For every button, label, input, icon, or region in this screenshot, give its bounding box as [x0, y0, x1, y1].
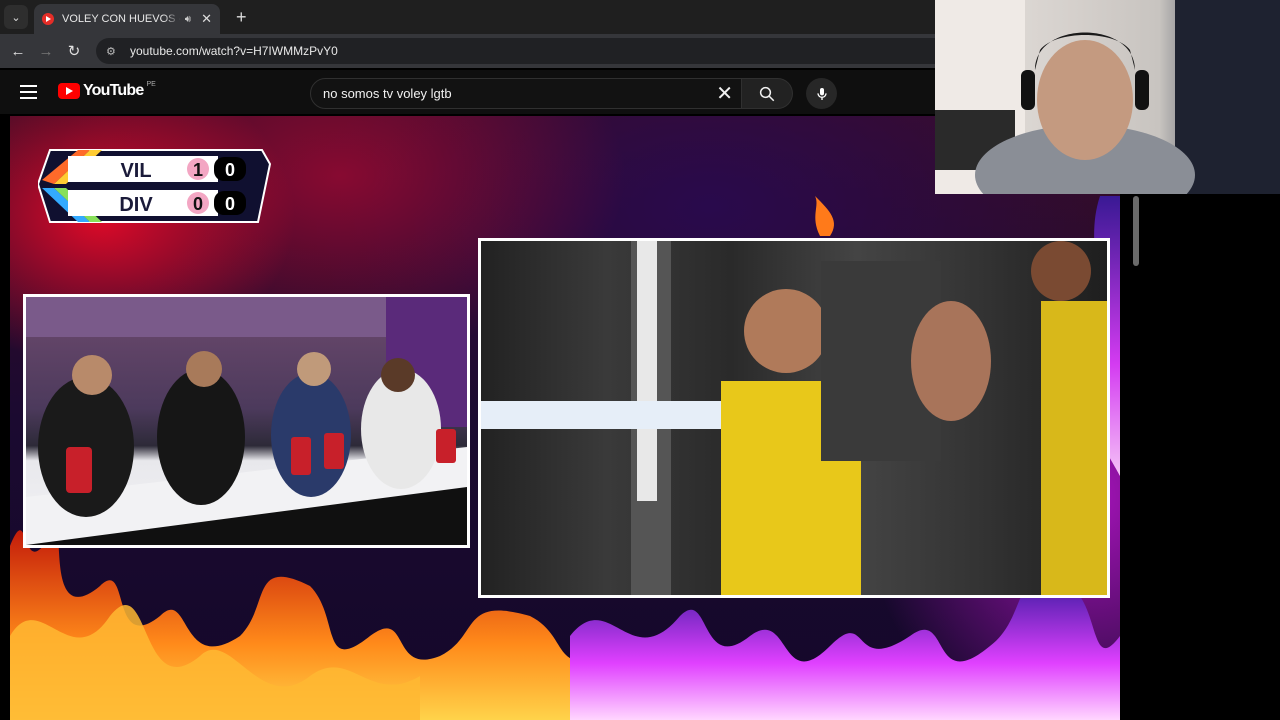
reload-icon[interactable]: ↻ — [60, 42, 88, 60]
team-name: DIV — [119, 194, 153, 216]
webcam-scene-image — [935, 0, 1280, 194]
close-tab-icon[interactable]: ✕ — [201, 11, 212, 27]
search-input[interactable]: no somos tv voley lgtb ✕ — [310, 78, 742, 109]
speaker-icon[interactable]: 🔊︎ — [185, 14, 191, 25]
team-sets: 0 — [193, 194, 203, 214]
new-tab-button[interactable]: + — [236, 7, 247, 28]
voice-search-button[interactable] — [806, 78, 837, 109]
studio-scene-image — [26, 297, 467, 545]
clear-search-icon[interactable]: ✕ — [716, 81, 733, 106]
streamer-webcam — [935, 0, 1280, 194]
address-bar[interactable]: ⚙︎ youtube.com/watch?v=H7IWMMzPvY0 — [96, 38, 935, 64]
browser-tab-bar: ⌄ VOLEY CON HUEVOS - JOGO 🔊︎ ✕ + — [0, 0, 935, 34]
match-scene-image — [481, 241, 1107, 595]
hamburger-menu-icon[interactable] — [20, 85, 37, 99]
team-name: VIL — [120, 160, 151, 182]
studio-camera-frame — [23, 294, 470, 548]
video-player[interactable]: VIL 1 0 DIV 0 0 — [10, 116, 1120, 720]
url-text: youtube.com/watch?v=H7IWMMzPvY0 — [130, 44, 338, 58]
screen: ⌄ VOLEY CON HUEVOS - JOGO 🔊︎ ✕ + ← → ↻ ⚙… — [0, 0, 1280, 720]
page-right-margin — [1120, 194, 1280, 720]
microphone-icon — [816, 87, 827, 100]
team-points: 0 — [225, 194, 235, 214]
country-code: PE — [146, 80, 156, 88]
team-points: 0 — [225, 160, 235, 180]
youtube-wordmark: YouTube — [83, 82, 144, 99]
chevron-down-icon: ⌄ — [11, 11, 21, 24]
search-query-text: no somos tv voley lgtb — [323, 86, 452, 101]
search-icon — [759, 86, 775, 101]
youtube-logo[interactable]: YouTube PE — [58, 80, 156, 100]
browser-toolbar: ← → ↻ ⚙︎ youtube.com/watch?v=H7IWMMzPvY0 — [0, 34, 935, 68]
site-info-icon[interactable]: ⚙︎ — [106, 45, 120, 58]
team-sets: 1 — [193, 160, 203, 180]
youtube-favicon-icon — [42, 13, 54, 25]
youtube-header: YouTube PE no somos tv voley lgtb ✕ — [0, 70, 935, 114]
search-button[interactable] — [742, 78, 793, 109]
match-replay-frame — [478, 238, 1110, 598]
scrollbar-thumb[interactable] — [1133, 196, 1139, 266]
forward-arrow-icon[interactable]: → — [32, 43, 60, 60]
back-arrow-icon[interactable]: ← — [4, 43, 32, 60]
youtube-play-icon — [58, 83, 80, 99]
scoreboard: VIL 1 0 DIV 0 0 — [38, 149, 272, 223]
tab-title: VOLEY CON HUEVOS - JOGO — [62, 13, 181, 25]
tab-search-button[interactable]: ⌄ — [4, 5, 28, 29]
browser-tab-active[interactable]: VOLEY CON HUEVOS - JOGO 🔊︎ ✕ — [34, 4, 220, 34]
